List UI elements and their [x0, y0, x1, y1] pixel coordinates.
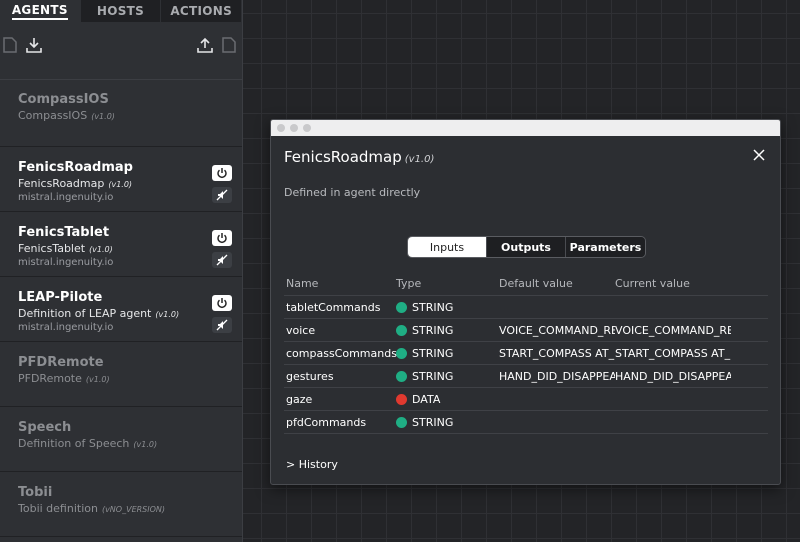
io-current-value: START_COMPASS AT_... [615, 346, 731, 360]
io-name: gaze [286, 392, 313, 406]
left-panel: AGENTS HOSTS ACTIONS CompassIOS CompassI… [0, 0, 243, 542]
agent-name: CompassIOS [18, 92, 109, 107]
power-button[interactable] [212, 165, 232, 181]
io-current-value: HAND_DID_DISAPPEA... [615, 369, 731, 383]
mute-icon [216, 319, 228, 331]
agent-host: mistral.ingenuity.io [18, 257, 114, 268]
agent-definition: PFDRemote (v1.0) [18, 372, 110, 385]
tab-agents[interactable]: AGENTS [0, 0, 81, 22]
agent-name: FenicsTablet [18, 225, 110, 240]
agents-toolbar [0, 22, 242, 80]
io-type: STRING [396, 347, 499, 360]
window-minimize-dot[interactable] [290, 124, 298, 132]
type-dot-icon [396, 301, 407, 313]
mute-button[interactable] [212, 317, 232, 333]
new-file-icon[interactable] [2, 36, 20, 54]
history-toggle[interactable]: > History [286, 458, 338, 471]
type-dot-icon [396, 416, 407, 428]
tab-hosts[interactable]: HOSTS [81, 0, 162, 22]
agent-host: mistral.ingenuity.io [18, 322, 114, 333]
io-type: STRING [396, 301, 499, 314]
io-default-value: START_COMPASS AT_... [499, 346, 615, 360]
tab-inputs[interactable]: Inputs [408, 237, 487, 257]
agent-item-fenicstablet[interactable]: FenicsTablet FenicsTablet (v1.0) mistral.… [0, 212, 242, 277]
agent-name: FenicsRoadmap [18, 160, 133, 175]
io-name: voice [286, 323, 316, 337]
power-icon [217, 168, 227, 179]
power-button[interactable] [212, 230, 232, 246]
mute-icon [216, 254, 228, 266]
agent-item-fenicsroadmap[interactable]: FenicsRoadmap FenicsRoadmap (v1.0) mistra… [0, 147, 242, 212]
col-name: Name [286, 277, 319, 290]
dialog-description: Defined in agent directly [284, 186, 421, 199]
table-row[interactable]: pfdCommands STRING [284, 411, 768, 434]
agent-item-tobii[interactable]: Tobii Tobii definition (vNO_VERSION) [0, 472, 242, 537]
type-dot-icon [396, 347, 407, 359]
agent-item-pfdremote[interactable]: PFDRemote PFDRemote (v1.0) [0, 342, 242, 407]
mute-button[interactable] [212, 187, 232, 203]
dialog-title: FenicsRoadmap (v1.0) [284, 148, 435, 166]
agent-name: LEAP-Pilote [18, 290, 103, 305]
power-icon [217, 298, 227, 309]
io-type: STRING [396, 370, 499, 383]
agent-definition: Definition of LEAP agent (v1.0) [18, 307, 180, 320]
upload-icon[interactable] [196, 36, 214, 54]
table-row[interactable]: voiceSTRINGVOICE_COMMAND_RE...VOICE_COMM… [284, 319, 768, 342]
agent-definition: Tobii definition (vNO_VERSION) [18, 502, 166, 515]
agent-item-leap-pilote[interactable]: LEAP-Pilote Definition of LEAP agent (v1.… [0, 277, 242, 342]
window-zoom-dot[interactable] [303, 124, 311, 132]
io-default-value: VOICE_COMMAND_RE... [499, 323, 615, 337]
table-row[interactable]: gestures STRING HAND_DID_DISAPPEA... HAND_D… [284, 365, 768, 388]
col-current: Current value [615, 277, 690, 290]
agent-definition: FenicsTablet (v1.0) [18, 242, 113, 255]
power-icon [217, 233, 227, 244]
tab-outputs[interactable]: Outputs [487, 237, 566, 257]
io-current-value: VOICE_COMMAND_RE... [615, 323, 731, 337]
tab-parameters[interactable]: Parameters [566, 237, 645, 257]
table-header: Name Type Default value Current value [284, 272, 768, 296]
io-default-value: HAND_DID_DISAPPEA... [499, 369, 615, 383]
window-close-dot[interactable] [277, 124, 285, 132]
download-icon[interactable] [25, 36, 43, 54]
file-icon[interactable] [221, 36, 239, 54]
table-row[interactable]: tabletCommands STRING [284, 296, 768, 319]
io-segmented-control: Inputs Outputs Parameters [407, 236, 646, 258]
agent-definition-dialog: FenicsRoadmap (v1.0) Defined in agent dir… [270, 119, 781, 485]
agent-name: Tobii [18, 485, 53, 500]
table-row[interactable]: gaze DATA [284, 388, 768, 411]
col-type: Type [396, 277, 422, 290]
type-dot-icon [396, 393, 407, 405]
agent-definition: CompassIOS (v1.0) [18, 109, 115, 122]
col-default: Default value [499, 277, 573, 290]
agent-host: mistral.ingenuity.io [18, 192, 114, 203]
type-dot-icon [396, 370, 407, 382]
type-dot-icon [396, 324, 407, 336]
agent-item-speech[interactable]: Speech Definition of Speech (v1.0) [0, 407, 242, 472]
agent-definition: FenicsRoadmap (v1.0) [18, 177, 133, 190]
io-name: compassCommands [286, 346, 397, 360]
agent-definition: Definition of Speech (v1.0) [18, 437, 158, 450]
close-icon[interactable] [752, 148, 766, 162]
mute-button[interactable] [212, 252, 232, 268]
panel-tabs: AGENTS HOSTS ACTIONS [0, 0, 243, 22]
io-name: tabletCommands [286, 300, 381, 314]
agent-item-compassios[interactable]: CompassIOS CompassIOS (v1.0) [0, 80, 242, 147]
io-table: Name Type Default value Current value ta… [284, 272, 768, 434]
table-row[interactable]: compassCommands STRING START_COMPASS AT_..… [284, 342, 768, 365]
agent-name: PFDRemote [18, 355, 104, 370]
io-name: gestures [286, 369, 334, 383]
io-type: STRING [396, 416, 499, 429]
io-name: pfdCommands [286, 415, 367, 429]
power-button[interactable] [212, 295, 232, 311]
tab-actions[interactable]: ACTIONS [161, 0, 243, 22]
mute-icon [216, 189, 228, 201]
agent-name: Speech [18, 420, 72, 435]
dialog-titlebar[interactable] [271, 120, 780, 136]
io-type: STRING [396, 324, 499, 337]
io-type: DATA [396, 393, 499, 406]
